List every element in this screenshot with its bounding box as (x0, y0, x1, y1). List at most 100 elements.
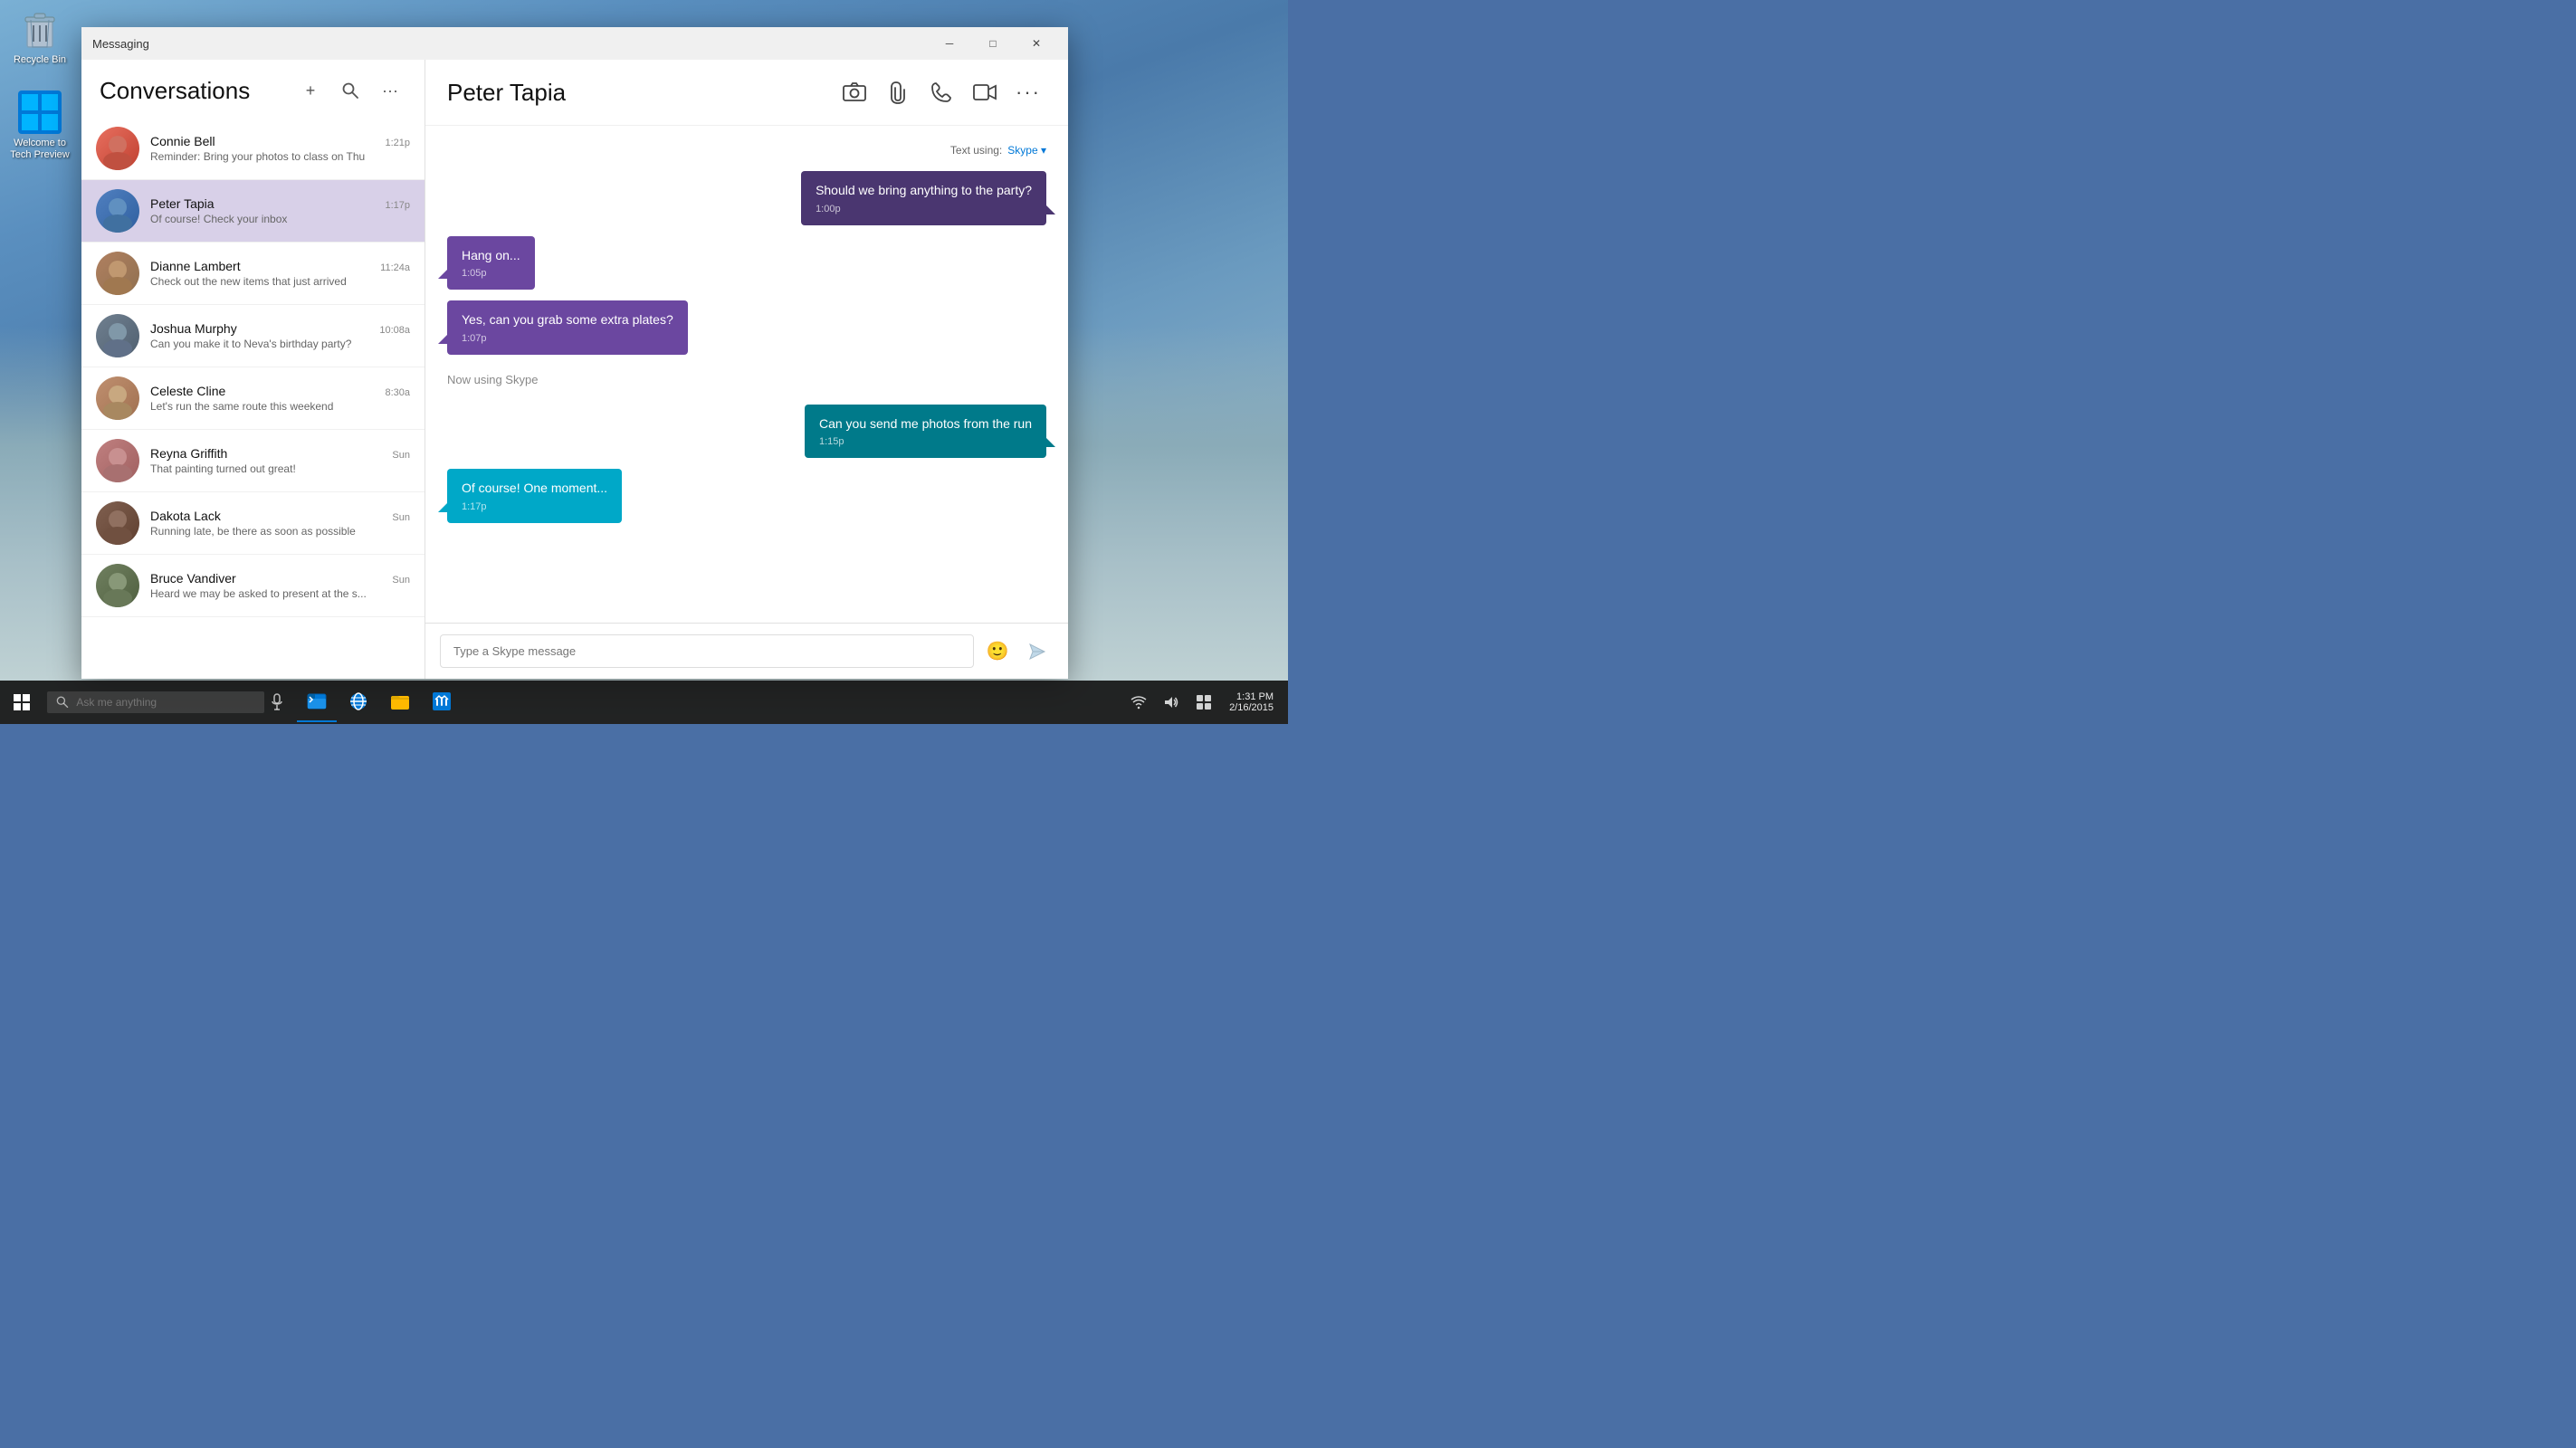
message-time: Sun (392, 575, 410, 586)
message-bubble: Hang on... 1:05p (447, 236, 535, 291)
conversation-info: Celeste Cline 8:30a Let's run the same r… (150, 384, 410, 413)
message-text: Of course! One moment... (462, 480, 607, 498)
conversations-header: Conversations + ··· (81, 60, 425, 118)
camera-button[interactable] (836, 74, 873, 110)
message-timestamp: 1:15p (819, 436, 1032, 447)
avatar (96, 127, 139, 170)
tray-network-icon[interactable] (1124, 686, 1153, 719)
taskbar-app-ie[interactable] (339, 682, 378, 722)
contact-name: Joshua Murphy (150, 321, 237, 336)
recycle-bin-image (18, 7, 62, 51)
windows-logo (14, 694, 30, 710)
message-text: Should we bring anything to the party? (816, 182, 1032, 200)
skype-link[interactable]: Skype ▾ (1007, 144, 1046, 157)
attach-button[interactable] (880, 74, 916, 110)
taskbar-app-store[interactable] (422, 682, 462, 722)
chat-messages: Text using: Skype ▾ Should we bring anyt… (425, 126, 1068, 623)
conversation-item[interactable]: Celeste Cline 8:30a Let's run the same r… (81, 367, 425, 430)
message-row: Of course! One moment... 1:17p (447, 469, 1046, 523)
start-button[interactable] (0, 681, 43, 724)
message-bubble: Of course! One moment... 1:17p (447, 469, 622, 523)
chat-more-button[interactable]: ··· (1010, 74, 1046, 110)
text-using-label: Text using: (950, 144, 1002, 157)
conversations-panel: Conversations + ··· (81, 60, 425, 679)
conversation-info: Dianne Lambert 11:24a Check out the new … (150, 259, 410, 288)
contact-name: Reyna Griffith (150, 446, 227, 461)
taskbar: 1:31 PM 2/16/2015 (0, 681, 1288, 724)
conversations-title: Conversations (100, 77, 294, 105)
conversation-info: Peter Tapia 1:17p Of course! Check your … (150, 196, 410, 225)
maximize-button[interactable]: □ (972, 30, 1014, 57)
new-conversation-button[interactable]: + (294, 74, 327, 107)
conversation-item[interactable]: Peter Tapia 1:17p Of course! Check your … (81, 180, 425, 243)
conversation-item[interactable]: Bruce Vandiver Sun Heard we may be asked… (81, 555, 425, 617)
tray-volume-icon[interactable] (1157, 686, 1186, 719)
conversation-info: Connie Bell 1:21p Reminder: Bring your p… (150, 134, 410, 163)
avatar (96, 501, 139, 545)
message-preview: Of course! Check your inbox (150, 213, 410, 225)
chat-contact-name: Peter Tapia (447, 79, 836, 107)
message-preview: Can you make it to Neva's birthday party… (150, 338, 410, 350)
taskbar-app-files[interactable] (380, 682, 420, 722)
search-input[interactable] (76, 696, 255, 709)
app-content: Conversations + ··· (81, 60, 1068, 679)
phone-button[interactable] (923, 74, 959, 110)
send-button[interactable] (1021, 635, 1054, 668)
conversation-info: Reyna Griffith Sun That painting turned … (150, 446, 410, 475)
system-clock[interactable]: 1:31 PM 2/16/2015 (1222, 691, 1281, 713)
message-preview: That painting turned out great! (150, 462, 410, 475)
window-title: Messaging (92, 37, 929, 51)
conversation-item[interactable]: Dakota Lack Sun Running late, be there a… (81, 492, 425, 555)
message-time: Sun (392, 512, 410, 523)
avatar (96, 252, 139, 295)
message-preview: Heard we may be asked to present at the … (150, 587, 410, 600)
search-conversations-button[interactable] (334, 74, 367, 107)
taskbar-app-explorer[interactable] (297, 682, 337, 722)
message-row: Yes, can you grab some extra plates? 1:0… (447, 300, 1046, 355)
text-using-bar: Text using: Skype ▾ (447, 144, 1046, 157)
conversation-item[interactable]: Connie Bell 1:21p Reminder: Bring your p… (81, 118, 425, 180)
minimize-button[interactable]: ─ (929, 30, 970, 57)
conversation-info: Dakota Lack Sun Running late, be there a… (150, 509, 410, 538)
message-time: Sun (392, 450, 410, 461)
message-timestamp: 1:17p (462, 501, 607, 512)
message-text: Hang on... (462, 247, 520, 265)
message-preview: Reminder: Bring your photos to class on … (150, 150, 410, 163)
conversation-info: Bruce Vandiver Sun Heard we may be asked… (150, 571, 410, 600)
conversation-item[interactable]: Reyna Griffith Sun That painting turned … (81, 430, 425, 492)
video-button[interactable] (967, 74, 1003, 110)
avatar (96, 314, 139, 357)
contact-name: Dianne Lambert (150, 259, 241, 273)
message-row: Hang on... 1:05p (447, 236, 1046, 291)
title-bar: Messaging ─ □ ✕ (81, 27, 1068, 60)
chat-input[interactable] (440, 634, 974, 668)
conv-action-buttons: + ··· (294, 74, 406, 107)
recycle-bin-icon[interactable]: Recycle Bin (4, 7, 76, 66)
conversation-item[interactable]: Joshua Murphy 10:08a Can you make it to … (81, 305, 425, 367)
window-controls: ─ □ ✕ (929, 30, 1057, 57)
message-timestamp: 1:05p (462, 268, 520, 279)
avatar (96, 439, 139, 482)
chat-header: Peter Tapia · (425, 60, 1068, 126)
chat-panel: Peter Tapia · (425, 60, 1068, 679)
more-conversations-button[interactable]: ··· (374, 74, 406, 107)
desktop: Recycle Bin Welcome to Tech Preview Mess… (0, 0, 1288, 724)
message-text: Can you send me photos from the run (819, 415, 1032, 433)
conversation-list: Connie Bell 1:21p Reminder: Bring your p… (81, 118, 425, 679)
microphone-button[interactable] (264, 690, 290, 715)
message-time: 8:30a (385, 387, 410, 398)
taskbar-search[interactable] (47, 691, 264, 713)
message-time: 10:08a (379, 325, 410, 336)
clock-date: 2/16/2015 (1229, 702, 1274, 713)
welcome-image (18, 90, 62, 134)
emoji-button[interactable]: 🙂 (981, 635, 1014, 668)
conversation-item[interactable]: Dianne Lambert 11:24a Check out the new … (81, 243, 425, 305)
close-button[interactable]: ✕ (1016, 30, 1057, 57)
message-bubble: Should we bring anything to the party? 1… (801, 171, 1046, 225)
tray-notifications-icon[interactable] (1189, 686, 1218, 719)
message-row: Can you send me photos from the run 1:15… (447, 405, 1046, 459)
message-preview: Running late, be there as soon as possib… (150, 525, 410, 538)
message-text: Yes, can you grab some extra plates? (462, 311, 673, 329)
welcome-icon[interactable]: Welcome to Tech Preview (4, 90, 76, 161)
contact-name: Connie Bell (150, 134, 215, 148)
